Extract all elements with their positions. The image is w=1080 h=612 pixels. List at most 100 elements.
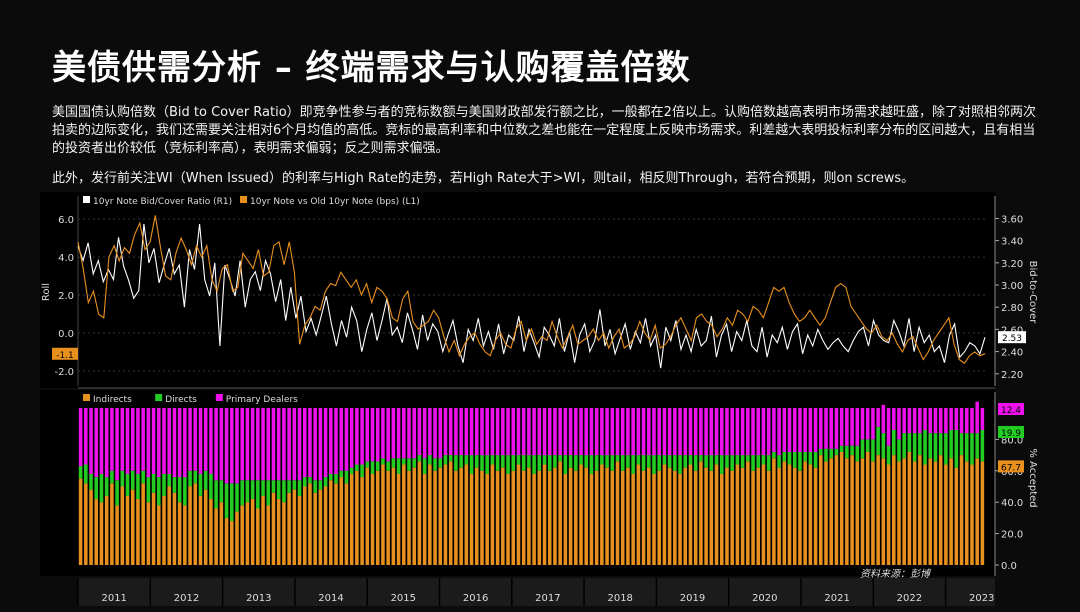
bar-directs [839,445,844,452]
bar-primary-dealers [323,408,328,478]
bar-directs [521,455,526,471]
bar-directs [188,470,192,487]
bar-primary-dealers [443,408,448,456]
bar-directs [865,439,870,452]
bar-directs [506,455,510,474]
bar-primary-dealers [761,408,766,456]
bar-indirects [506,473,510,565]
bar-indirects [860,458,865,565]
bar-primary-dealers [183,408,187,478]
bar-indirects [120,486,125,565]
bar-directs [360,464,364,478]
bar-primary-dealers [203,408,208,471]
left-tick-label: -2.0 [54,367,74,378]
bar-primary-dealers [334,408,338,474]
bar-indirects [673,470,677,565]
bar-directs [933,433,938,462]
bar-indirects [422,473,427,565]
bar-primary-dealers [407,408,411,459]
bar-primary-dealers [120,408,125,471]
x-axis-year-label: 2016 [463,593,488,604]
bar-primary-dealers [396,408,401,459]
last-value-label-bid-cover: 2.53 [1002,334,1022,344]
bar-indirects [574,470,578,565]
bar-directs [271,480,276,493]
bar-directs [683,455,688,468]
bar-indirects [975,458,979,565]
bar-directs [89,473,93,490]
bar-right-axis-label: % Accepted [1027,448,1038,507]
bar-directs [115,480,119,506]
bar-primary-dealers [855,408,860,446]
bar-directs [834,448,839,456]
bar-directs [964,433,969,462]
bar-indirects [198,495,203,565]
bar-indirects [245,502,250,565]
x-axis-year-label: 2022 [897,593,922,604]
bar-primary-dealers [480,408,484,456]
bar-indirects [162,495,166,565]
bar-indirects [693,470,698,565]
bar-directs [245,480,250,503]
bar-primary-dealers [574,408,578,456]
bar-directs [719,455,724,474]
bar-directs [600,455,604,465]
bar-indirects [99,502,104,565]
bar-primary-dealers [772,408,776,452]
bar-directs [276,480,281,500]
bar-indirects [532,473,536,565]
bar-indirects [954,467,959,565]
bar-primary-dealers [730,408,734,456]
bar-primary-dealers [897,408,901,440]
bar-indirects [527,467,531,565]
bar-directs [871,439,875,462]
bar-indirects [933,461,938,565]
last-value-label-indirects: 67.7 [1001,463,1021,473]
bar-indirects [970,464,974,565]
bar-primary-dealers [438,408,443,459]
bar-primary-dealers [808,408,813,452]
bar-directs [375,461,380,471]
bar-primary-dealers [506,408,510,456]
bar-directs [631,455,635,474]
bar-directs [459,455,463,468]
bar-directs [365,461,370,468]
bar-directs [287,480,291,493]
bar-primary-dealers [923,408,927,430]
bar-primary-dealers [547,408,552,456]
bar-indirects [240,505,244,565]
bar-primary-dealers [521,408,526,456]
bar-indirects [297,495,302,565]
bar-indirects [725,467,729,565]
bar-directs [256,480,260,509]
bar-directs [438,458,443,468]
left-tick-label: 4.0 [58,253,74,264]
x-axis-year-label: 2013 [246,593,271,604]
bar-primary-dealers [699,408,703,456]
bar-primary-dealers [266,408,271,481]
bar-directs [688,455,693,465]
bar-primary-dealers [912,408,917,434]
bar-directs [673,455,677,471]
bar-primary-dealers [740,408,745,456]
bar-indirects [547,470,552,565]
bar-indirects [584,467,588,565]
bar-directs [928,433,933,459]
bar-directs [94,477,99,500]
bar-indirects [308,483,312,565]
bar-indirects [209,499,213,565]
bar-directs [433,458,437,471]
bar-directs [808,451,813,465]
bar-indirects [370,473,375,565]
bar-primary-dealers [980,408,985,430]
bar-primary-dealers [579,408,583,456]
bar-primary-dealers [84,408,88,465]
bar-primary-dealers [584,408,588,456]
description-paragraph: 美国国债认购倍数（Bid to Cover Ratio）即竞争性参与者的竞标数额… [52,105,1036,156]
bar-directs [203,470,208,490]
bar-primary-dealers [850,408,854,446]
bar-directs [881,433,886,459]
x-axis-year-label: 2020 [752,593,777,604]
bar-primary-dealers [610,408,615,456]
bar-indirects [537,470,542,565]
